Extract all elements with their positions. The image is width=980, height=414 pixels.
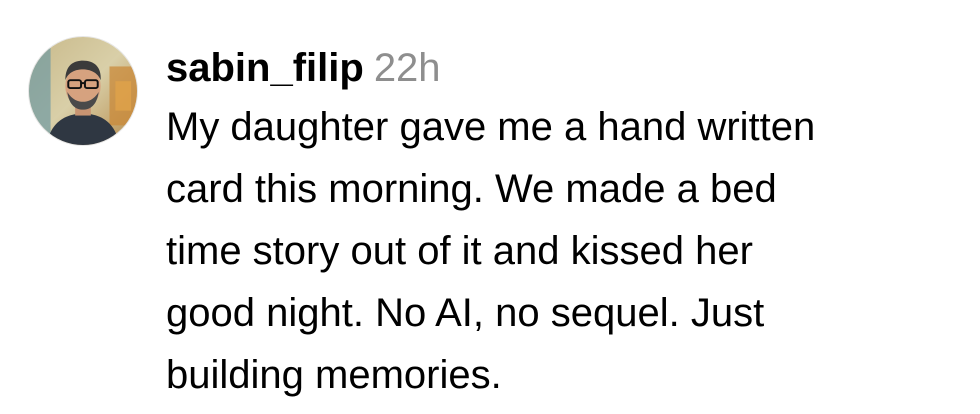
comment-text-line: My daughter gave me a hand written (166, 105, 816, 149)
comment-text-line: time story out of it and kissed her (166, 229, 753, 273)
avatar[interactable] (28, 36, 138, 146)
comment: sabin_filip 22h My daughter gave me a han… (0, 0, 980, 414)
timestamp: 22h (373, 46, 441, 90)
comment-text: My daughter gave me a hand written card … (166, 96, 966, 406)
comment-content: sabin_filip 22h My daughter gave me a han… (166, 40, 966, 406)
comment-text-line: good night. No AI, no sequel. Just (166, 291, 765, 335)
avatar-photo (29, 37, 137, 145)
comment-text-line: building memories. (166, 353, 502, 397)
comment-header: sabin_filip 22h (166, 40, 966, 96)
username-link[interactable]: sabin_filip (166, 46, 364, 90)
comment-text-line: card this morning. We made a bed (166, 167, 777, 211)
